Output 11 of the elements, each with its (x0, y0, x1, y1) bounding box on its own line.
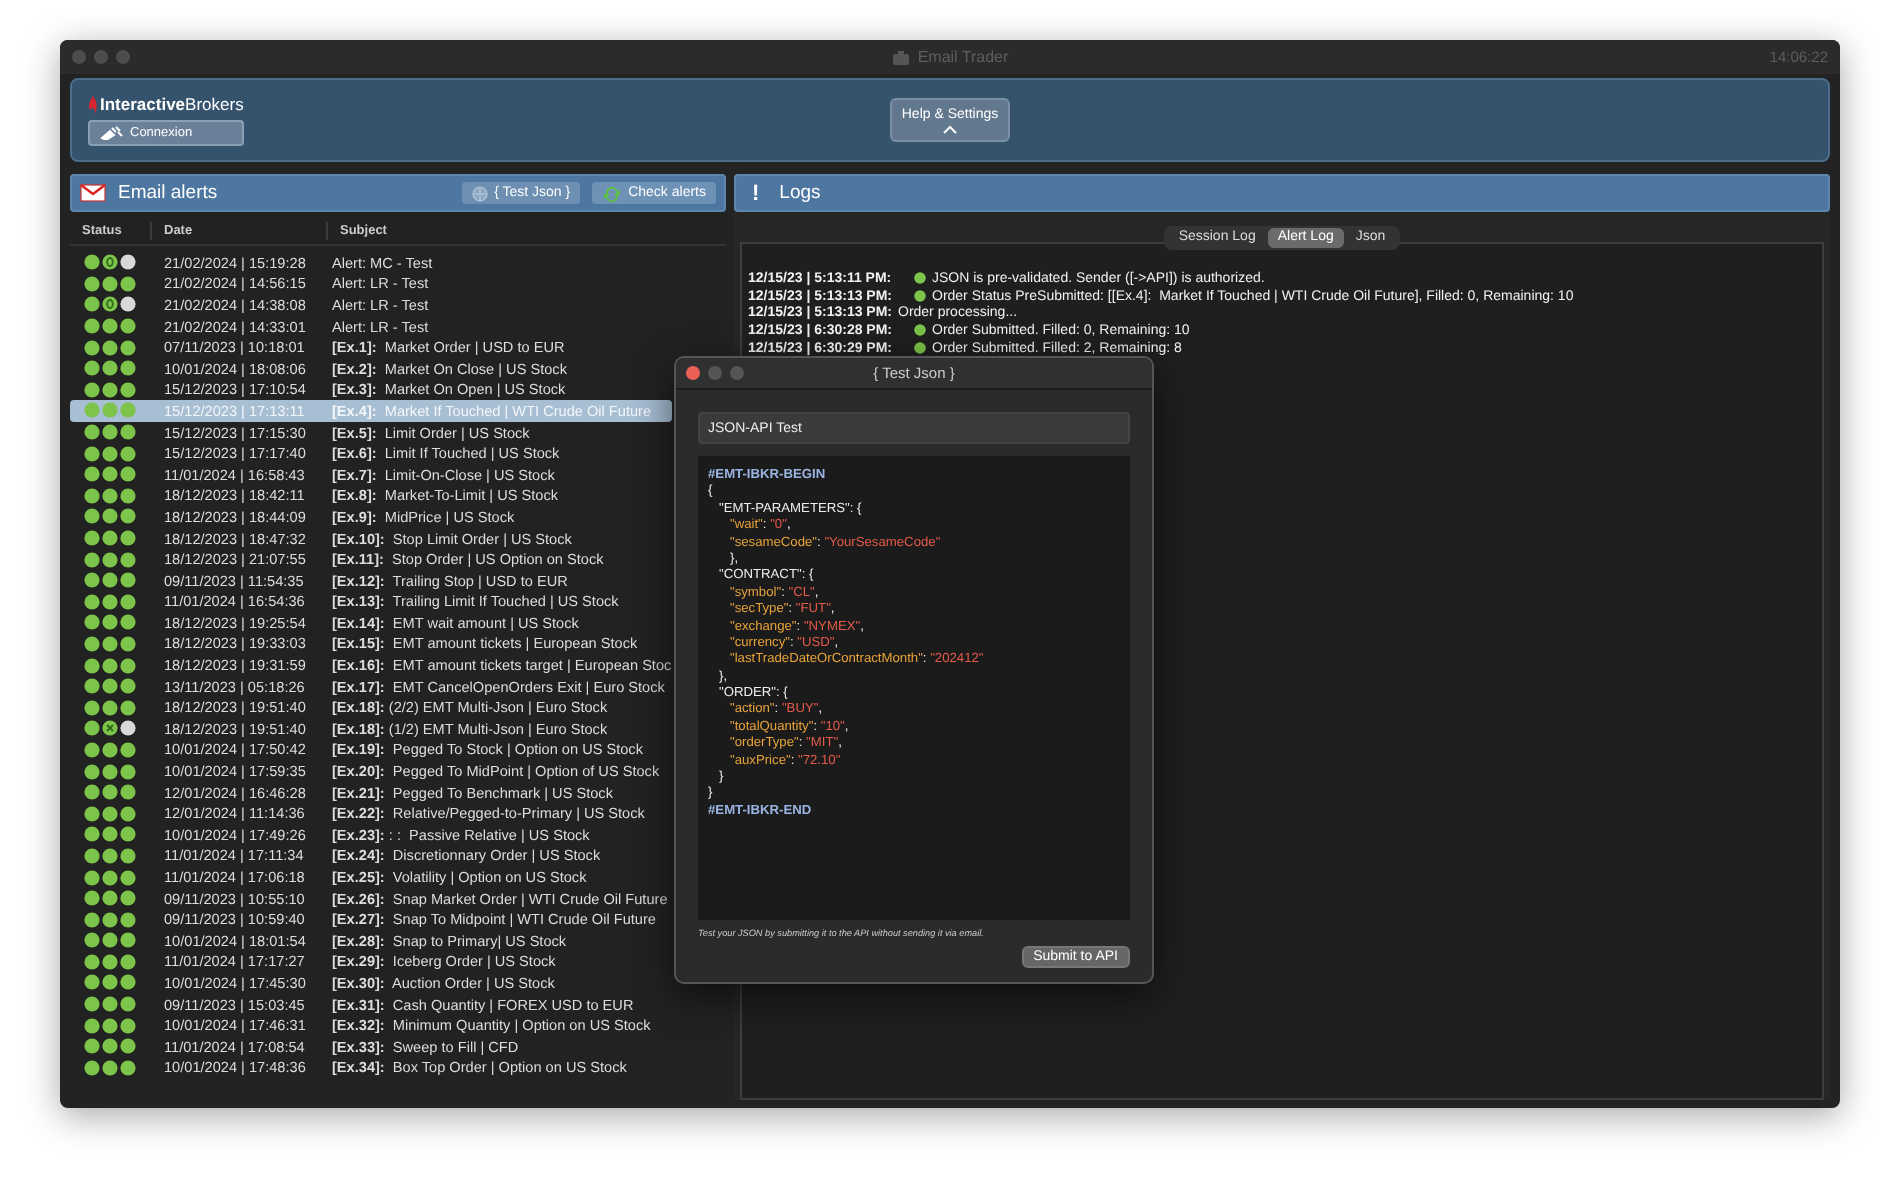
flame-icon (88, 95, 98, 113)
section-title: Logs (779, 182, 821, 204)
app-icon (891, 49, 910, 65)
section-title: Email alerts (118, 182, 218, 204)
caret-up-icon (942, 123, 958, 133)
envelope-icon (80, 184, 106, 202)
alert-icon: ! (744, 181, 768, 205)
refresh-icon (602, 185, 623, 201)
logo: InteractiveBrokers (100, 94, 244, 114)
globe-icon (472, 185, 489, 201)
plug-icon (100, 126, 124, 140)
